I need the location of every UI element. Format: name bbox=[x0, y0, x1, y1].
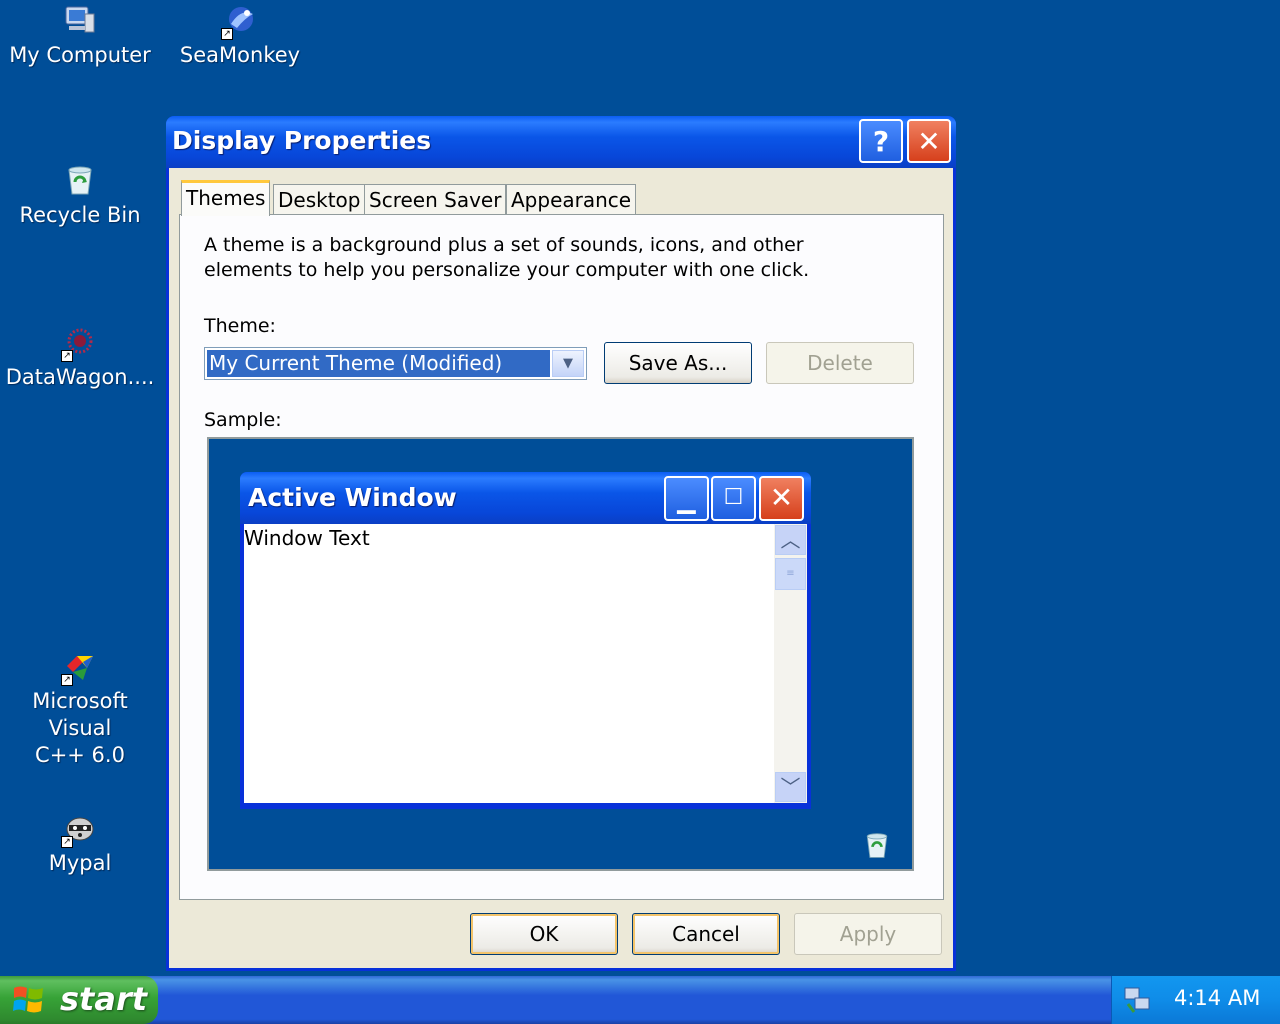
help-button[interactable]: ? bbox=[859, 119, 903, 163]
sample-active-window: Active Window ▁ ☐ ✕ Window Text ︿ ≡ ﹀ bbox=[240, 472, 811, 809]
sample-window-body: Window Text ︿ ≡ ﹀ bbox=[244, 524, 807, 803]
display-properties-window: Display Properties ? ✕ Themes Desktop Sc… bbox=[166, 116, 956, 971]
computer-icon bbox=[63, 4, 97, 38]
msvc-label-line2: C++ 6.0 bbox=[35, 743, 125, 767]
close-button[interactable]: ✕ bbox=[907, 119, 951, 163]
msvc-label-line1: Microsoft Visual bbox=[32, 689, 128, 740]
desktop-icon-datawagon[interactable]: ↗ DataWagon.... bbox=[0, 326, 160, 391]
chevron-down-icon[interactable]: ▼ bbox=[552, 350, 584, 377]
scroll-thumb: ≡ bbox=[775, 558, 806, 590]
close-icon: ✕ bbox=[759, 476, 804, 521]
desktop-icon-msvc[interactable]: ↗ Microsoft Visual C++ 6.0 bbox=[0, 650, 160, 769]
theme-select-value: My Current Theme (Modified) bbox=[207, 350, 550, 377]
my-computer-label: My Computer bbox=[9, 43, 151, 67]
visual-cpp-icon: ↗ bbox=[61, 650, 97, 686]
scroll-down-icon: ﹀ bbox=[775, 772, 806, 802]
theme-description-line1: A theme is a background plus a set of so… bbox=[204, 234, 804, 256]
seamonkey-icon: ↗ bbox=[221, 4, 257, 40]
desktop-icon-my-computer[interactable]: My Computer bbox=[0, 4, 160, 69]
delete-button[interactable]: Delete bbox=[766, 342, 914, 384]
desktop-icon-mypal[interactable]: ↗ Mypal bbox=[0, 812, 160, 877]
sample-recycle-bin-icon bbox=[862, 831, 892, 861]
maximize-icon: ☐ bbox=[711, 476, 756, 521]
scroll-up-icon: ︿ bbox=[775, 525, 806, 555]
shortcut-arrow-icon: ↗ bbox=[61, 674, 73, 686]
mypal-icon: ↗ bbox=[61, 812, 97, 848]
desktop-icon-recycle-bin[interactable]: Recycle Bin bbox=[0, 164, 160, 229]
themes-panel: A theme is a background plus a set of so… bbox=[179, 214, 944, 900]
sample-title-bar: Active Window ▁ ☐ ✕ bbox=[240, 472, 811, 524]
mypal-label: Mypal bbox=[48, 851, 112, 875]
ok-button[interactable]: OK bbox=[470, 913, 618, 955]
theme-description-line2: elements to help you personalize your co… bbox=[204, 259, 810, 281]
sample-label: Sample: bbox=[204, 409, 282, 431]
seamonkey-label: SeaMonkey bbox=[179, 43, 301, 67]
shortcut-arrow-icon: ↗ bbox=[61, 836, 73, 848]
network-icon[interactable] bbox=[1122, 984, 1154, 1016]
tab-themes[interactable]: Themes bbox=[181, 180, 271, 216]
theme-select[interactable]: My Current Theme (Modified) ▼ bbox=[204, 347, 587, 380]
start-label: start bbox=[60, 980, 148, 1018]
desktop-icon-seamonkey[interactable]: ↗ SeaMonkey bbox=[160, 4, 320, 69]
sample-window-text: Window Text bbox=[244, 526, 370, 550]
windows-logo-icon bbox=[12, 984, 46, 1016]
tab-appearance[interactable]: Appearance bbox=[506, 184, 637, 214]
title-bar[interactable]: Display Properties ? ✕ bbox=[166, 116, 956, 168]
datawagon-label: DataWagon.... bbox=[5, 365, 155, 389]
save-as-button[interactable]: Save As... bbox=[604, 342, 752, 384]
tab-desktop[interactable]: Desktop bbox=[273, 184, 366, 214]
recycle-bin-label: Recycle Bin bbox=[19, 203, 141, 227]
window-title: Display Properties bbox=[172, 126, 432, 155]
cancel-button[interactable]: Cancel bbox=[632, 913, 780, 955]
tab-screen-saver[interactable]: Screen Saver bbox=[364, 184, 507, 214]
theme-description: A theme is a background plus a set of so… bbox=[204, 233, 904, 283]
system-tray: 4:14 AM bbox=[1111, 976, 1280, 1024]
sample-scrollbar: ︿ ≡ ﹀ bbox=[774, 524, 807, 803]
taskbar: start 4:14 AM bbox=[0, 976, 1280, 1024]
sample-window-title: Active Window bbox=[248, 483, 457, 512]
theme-label: Theme: bbox=[204, 315, 276, 337]
apply-button[interactable]: Apply bbox=[794, 913, 942, 955]
shortcut-arrow-icon: ↗ bbox=[61, 350, 73, 362]
shortcut-arrow-icon: ↗ bbox=[221, 28, 233, 40]
minimize-icon: ▁ bbox=[664, 476, 709, 521]
dialog-client-area: Themes Desktop Screen Saver Appearance A… bbox=[169, 168, 953, 968]
clock[interactable]: 4:14 AM bbox=[1174, 986, 1260, 1010]
recycle-bin-icon bbox=[63, 164, 97, 198]
theme-sample-preview: Active Window ▁ ☐ ✕ Window Text ︿ ≡ ﹀ bbox=[207, 437, 914, 871]
start-button[interactable]: start bbox=[0, 976, 158, 1024]
datawagon-icon: ↗ bbox=[61, 326, 97, 362]
